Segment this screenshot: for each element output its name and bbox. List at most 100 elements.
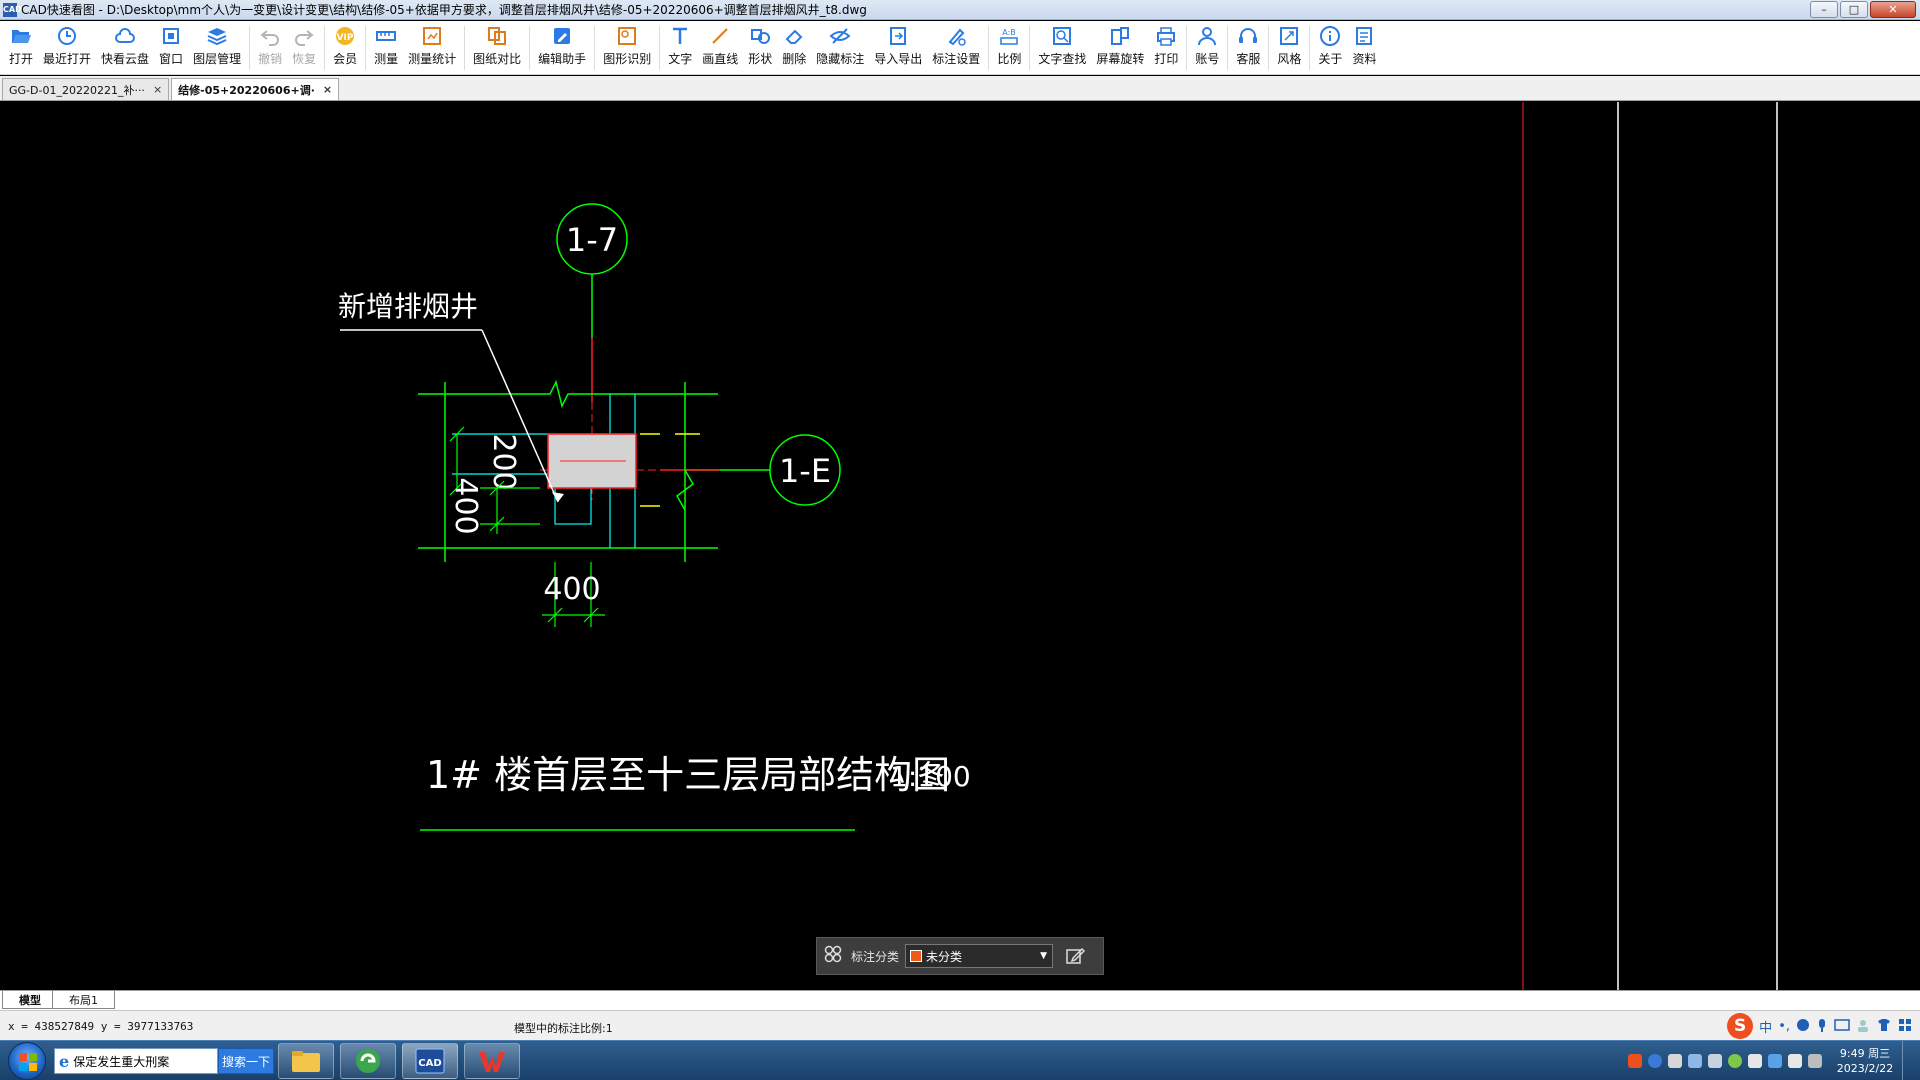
toolbar-button[interactable]: VIP 会员 [328, 21, 362, 75]
ime-tray-icon[interactable] [1668, 1054, 1682, 1068]
taskbar-cad-viewer[interactable]: CAD [402, 1043, 458, 1079]
scale-icon: A:B [998, 25, 1020, 47]
tab-model[interactable]: 模型 [2, 991, 58, 1009]
toolbar-button[interactable]: 图形识别 [598, 21, 656, 75]
keyboard-icon[interactable] [1834, 1018, 1850, 1034]
style-icon [1278, 25, 1300, 47]
vip-icon: VIP [334, 25, 356, 47]
history-icon [56, 25, 78, 47]
undo-icon [259, 25, 281, 47]
maximize-button[interactable]: □ [1840, 1, 1868, 18]
toolbar-button[interactable]: 最近打开 [38, 21, 96, 75]
toolbar-button[interactable]: 文字查找 [1033, 21, 1091, 75]
tab-close-icon[interactable]: × [153, 83, 162, 96]
user-icon[interactable] [1856, 1018, 1870, 1035]
toolbar-button-label: 图层管理 [193, 52, 242, 66]
toolbar-button[interactable]: 图纸对比 [468, 21, 526, 75]
help-tray-icon[interactable] [1648, 1054, 1662, 1068]
volume-tray-icon[interactable] [1788, 1054, 1802, 1068]
toolbar-button-label: 测量 [374, 52, 399, 66]
show-desktop-button[interactable] [1902, 1041, 1914, 1080]
system-clock[interactable]: 9:49 周三 2023/2/22 [1832, 1046, 1898, 1076]
window-title: CAD快速看图 - D:\Desktop\mm个人\为一变更\设计变更\结构\结… [21, 3, 867, 17]
svg-text:CAD: CAD [418, 1058, 441, 1069]
dim-text-400v: 400 [448, 477, 483, 534]
toolbar-button[interactable]: 打印 [1149, 21, 1183, 75]
leader-arrow [552, 492, 564, 502]
leader-note-text: 新增排烟井 [338, 290, 478, 323]
grid-icon[interactable] [823, 944, 843, 968]
toolbar-button[interactable]: 资料 [1347, 21, 1381, 75]
menu-grid-icon[interactable] [1898, 1018, 1912, 1035]
toolbar-button[interactable]: 恢复 [287, 21, 321, 75]
sogou-tray-icon[interactable] [1628, 1054, 1642, 1068]
toolbar-button[interactable]: 关于 [1313, 21, 1347, 75]
toolbar-button[interactable]: 屏幕旋转 [1091, 21, 1149, 75]
tab-document-2[interactable]: 结修-05+20220606+调· × [171, 78, 340, 100]
toolbar-button[interactable]: 删除 [777, 21, 811, 75]
cursor-coordinates: x = 438527849 y = 3977133763 [8, 1020, 194, 1033]
toolbar-button[interactable]: 测量统计 [403, 21, 461, 75]
network-tray-icon[interactable] [1768, 1054, 1782, 1068]
toolbar-button-label: 文字 [668, 52, 693, 66]
measure-icon [375, 25, 397, 47]
taskbar-explorer[interactable] [278, 1043, 334, 1079]
toolbar-button[interactable]: 导入导出 [869, 21, 927, 75]
svg-text:VIP: VIP [337, 33, 354, 43]
emoji-icon[interactable] [1796, 1018, 1810, 1035]
toolbar-button-label: 撤销 [258, 52, 283, 66]
minimize-button[interactable]: – [1810, 1, 1838, 18]
skin-icon[interactable] [1876, 1018, 1892, 1035]
info-icon [1319, 25, 1341, 47]
edit-icon[interactable] [1063, 944, 1087, 968]
toolbar-button-label: 打开 [9, 52, 34, 66]
toolbar-button-label: 客服 [1236, 52, 1261, 66]
measure-stats-icon [421, 25, 443, 47]
toolbar-button[interactable]: 文字 [663, 21, 697, 75]
drawing-canvas[interactable]: 1-7 1-E 新增排烟井 200 400 400 1# 楼首层至十三层局部结构… [0, 102, 1920, 990]
toolbar-separator [365, 26, 367, 70]
display-tray-icon[interactable] [1808, 1054, 1822, 1068]
tab-layout-1[interactable]: 布局1 [52, 991, 115, 1009]
toolbar-button[interactable]: 形状 [743, 21, 777, 75]
ime-punct[interactable]: •, [1778, 1019, 1790, 1034]
toolbar-button[interactable]: 撤销 [253, 21, 287, 75]
tab-document-1[interactable]: GG-D-01_20220221_补··· × [2, 78, 170, 100]
user-tray-icon[interactable] [1688, 1054, 1702, 1068]
ie-search-box[interactable]: e 保定发生重大刑案 [54, 1048, 218, 1074]
headset-icon [1237, 25, 1259, 47]
toolbar-button[interactable]: 账号 [1190, 21, 1224, 75]
axis-label-top: 1-7 [566, 221, 618, 259]
close-window-button[interactable]: ✕ [1870, 1, 1916, 18]
status-bar: x = 438527849 y = 3977133763 模型中的标注比例:1 … [0, 1010, 1920, 1040]
toolbar-button[interactable]: 隐藏标注 [811, 21, 869, 75]
toolbar-button[interactable]: 风格 [1272, 21, 1306, 75]
taskbar-browser[interactable] [340, 1043, 396, 1079]
taskbar-wps[interactable] [464, 1043, 520, 1079]
toolbar-separator [1268, 26, 1270, 70]
toolbar-button[interactable]: 编辑助手 [533, 21, 591, 75]
sogou-ime-icon[interactable]: S [1727, 1013, 1754, 1039]
toolbar-button[interactable]: 画直线 [697, 21, 743, 75]
text-icon [669, 25, 691, 47]
annotation-category-select[interactable]: 未分类 ▼ [905, 944, 1054, 968]
security-tray-icon[interactable] [1728, 1054, 1742, 1068]
toolbar-button[interactable]: 标注设置 [927, 21, 985, 75]
toolbar-button[interactable]: A:B 比例 [992, 21, 1026, 75]
toolbar-button[interactable]: 客服 [1231, 21, 1265, 75]
flag-tray-icon[interactable] [1748, 1054, 1762, 1068]
toolbar-button[interactable]: 快看云盘 [96, 21, 154, 75]
search-button[interactable]: 搜索一下 [218, 1048, 274, 1074]
ime-lang[interactable]: 中 [1759, 1017, 1772, 1036]
start-button[interactable] [8, 1042, 46, 1080]
tab-close-icon[interactable]: × [323, 83, 332, 96]
toolbar-button[interactable]: 窗口 [154, 21, 188, 75]
category-color-swatch [910, 950, 923, 962]
system-tray: 9:49 周三 2023/2/22 [1628, 1041, 1920, 1080]
toolbar-button[interactable]: 打开 [4, 21, 38, 75]
mic-icon[interactable] [1816, 1018, 1828, 1035]
line-icon [709, 25, 731, 47]
toolbar-button[interactable]: 图层管理 [188, 21, 246, 75]
toolbar-button[interactable]: 测量 [369, 21, 403, 75]
cloud-tray-icon[interactable] [1708, 1054, 1722, 1068]
